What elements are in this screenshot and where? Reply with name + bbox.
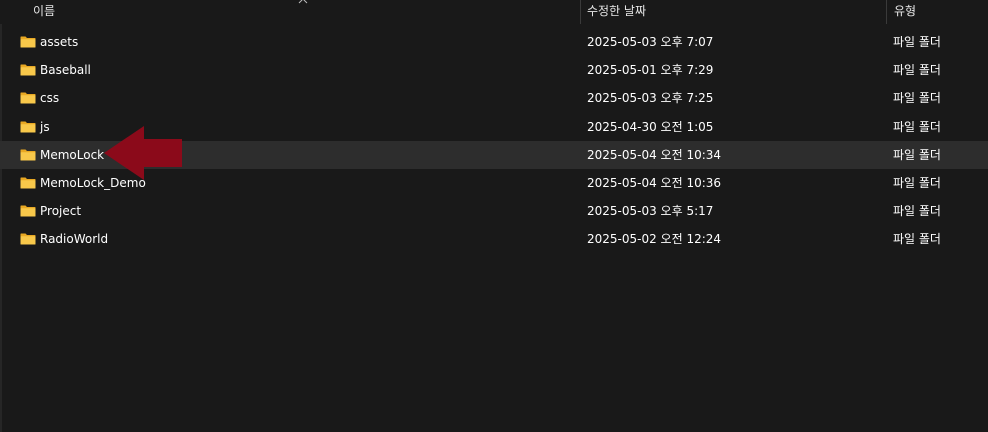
table-row-radioworld[interactable]: RadioWorld 2025-05-02 오전 12:24 파일 폴더 xyxy=(0,225,988,253)
folder-icon xyxy=(20,205,36,217)
file-type: 파일 폴더 xyxy=(893,175,941,190)
column-divider[interactable] xyxy=(886,0,887,24)
table-row-baseball[interactable]: Baseball 2025-05-01 오후 7:29 파일 폴더 xyxy=(0,56,988,84)
folder-icon xyxy=(20,64,36,76)
file-name: RadioWorld xyxy=(40,232,109,247)
column-header-name[interactable]: 이름 xyxy=(33,0,55,24)
sort-ascending-icon xyxy=(298,0,308,4)
file-list-pane: 이름 수정한 날짜 유형 assets 2025-05-03 오후 7:07 파… xyxy=(0,0,988,432)
column-header-modified[interactable]: 수정한 날짜 xyxy=(587,0,646,24)
file-type: 파일 폴더 xyxy=(893,204,941,219)
file-type: 파일 폴더 xyxy=(893,91,941,106)
red-arrow-annotation xyxy=(104,126,182,180)
column-header-bar: 이름 수정한 날짜 유형 xyxy=(0,0,988,24)
file-modified: 2025-05-01 오후 7:29 xyxy=(587,63,714,78)
folder-icon xyxy=(20,121,36,133)
file-type: 파일 폴더 xyxy=(893,35,941,49)
folder-icon xyxy=(20,233,36,245)
file-type: 파일 폴더 xyxy=(893,232,941,247)
table-row-css[interactable]: css 2025-05-03 오후 7:25 파일 폴더 xyxy=(0,84,988,112)
file-name: MemoLock xyxy=(40,147,105,162)
table-row-assets[interactable]: assets 2025-05-03 오후 7:07 파일 폴더 xyxy=(0,28,988,56)
column-divider[interactable] xyxy=(580,0,581,24)
file-modified: 2025-05-03 오후 7:25 xyxy=(587,91,714,106)
file-name: css xyxy=(40,91,60,106)
file-name: js xyxy=(40,119,50,134)
folder-icon xyxy=(20,36,36,48)
file-type: 파일 폴더 xyxy=(893,63,941,78)
file-modified: 2025-05-02 오전 12:24 xyxy=(587,232,722,247)
file-name: Project xyxy=(40,204,82,219)
file-modified: 2025-05-03 오후 7:07 xyxy=(587,35,714,49)
folder-icon xyxy=(20,149,36,161)
file-modified: 2025-05-04 오전 10:34 xyxy=(587,147,722,162)
column-header-type[interactable]: 유형 xyxy=(894,0,916,24)
file-modified: 2025-05-03 오후 5:17 xyxy=(587,204,714,219)
folder-icon xyxy=(20,92,36,104)
file-modified: 2025-05-04 오전 10:36 xyxy=(587,175,722,190)
file-type: 파일 폴더 xyxy=(893,119,941,134)
file-name: Baseball xyxy=(40,63,91,78)
file-name: assets xyxy=(40,35,79,49)
folder-icon xyxy=(20,177,36,189)
file-type: 파일 폴더 xyxy=(893,147,941,162)
file-modified: 2025-04-30 오전 1:05 xyxy=(587,119,714,134)
table-row-project[interactable]: Project 2025-05-03 오후 5:17 파일 폴더 xyxy=(0,197,988,225)
